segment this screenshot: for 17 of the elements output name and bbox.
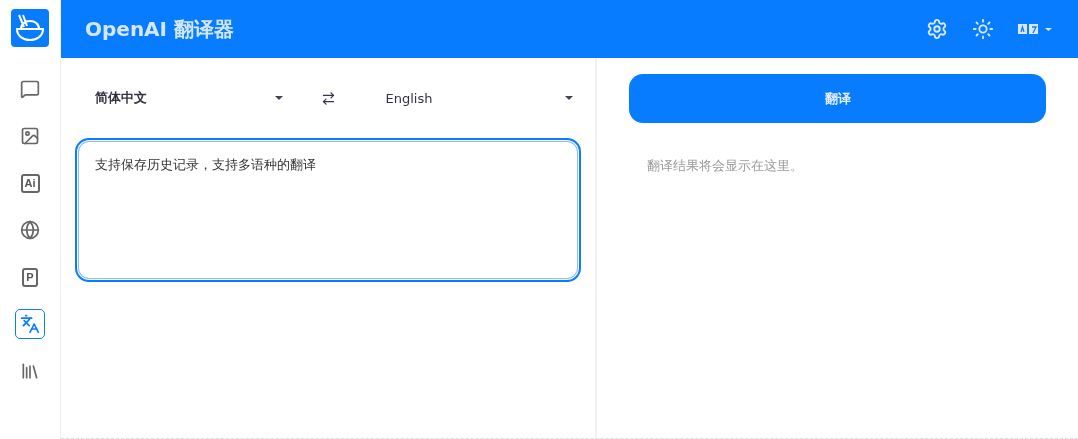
language-menu-button[interactable] — [1018, 23, 1054, 35]
caret-icon — [565, 95, 573, 101]
swap-languages-button[interactable] — [320, 90, 336, 106]
translate-icon — [20, 314, 40, 334]
logo-icon — [11, 9, 49, 47]
target-language-select[interactable]: English — [365, 90, 581, 106]
source-language-select[interactable]: 简体中文 — [75, 89, 291, 107]
chat-icon — [20, 79, 40, 99]
image-icon — [20, 126, 40, 146]
sidebar-item[interactable] — [15, 309, 45, 339]
app-title: OpenAI 翻译器 — [85, 15, 235, 43]
globe-icon — [20, 220, 40, 240]
caret-icon — [274, 95, 283, 101]
theme-button[interactable] — [972, 18, 994, 40]
input-field[interactable]: 支持保存历史记录，支持多语种的翻译 — [75, 138, 581, 282]
settings-button[interactable] — [926, 18, 948, 40]
library-icon — [20, 361, 40, 381]
